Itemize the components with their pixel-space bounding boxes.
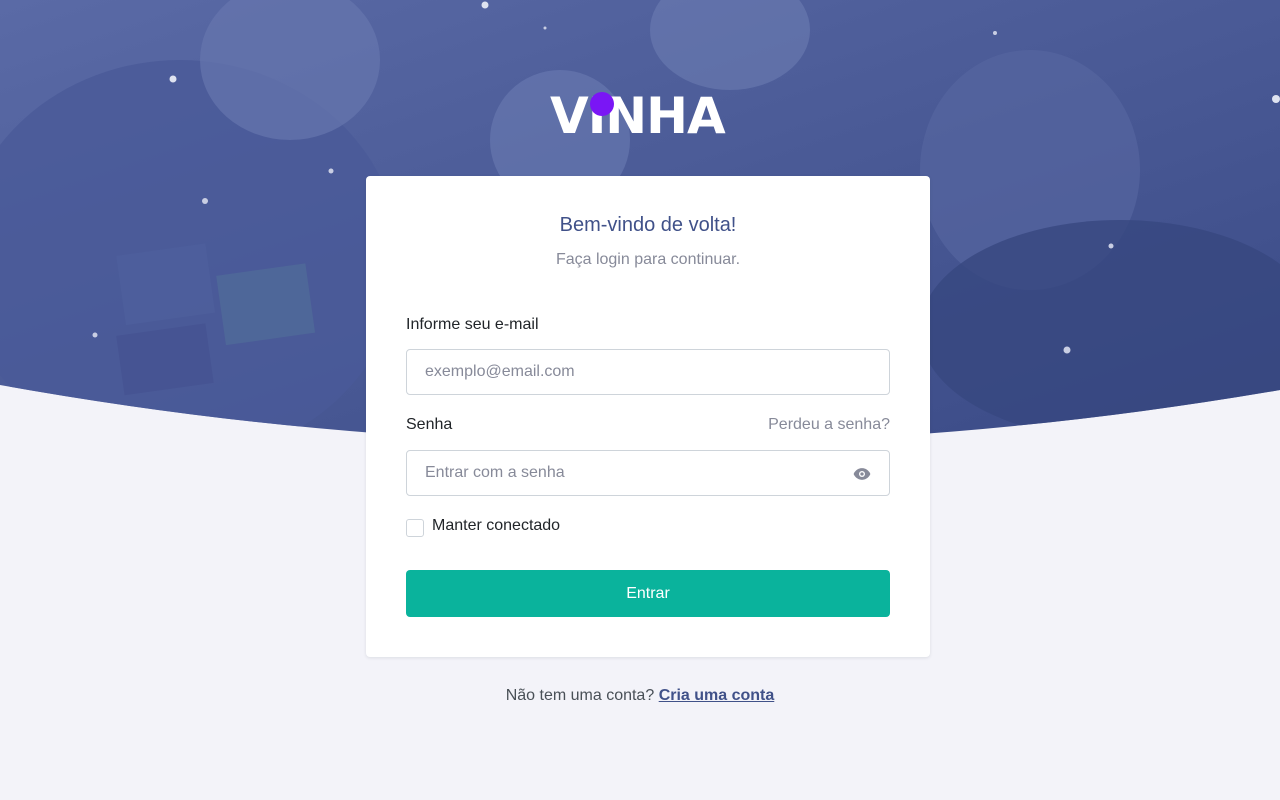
eye-icon[interactable] [852, 464, 872, 484]
vinha-logo: VINHA [550, 87, 727, 142]
svg-text:VINHA: VINHA [550, 87, 726, 142]
signup-prompt: Não tem uma conta? Cria uma conta [0, 687, 1280, 705]
login-card: Bem-vindo de volta! Faça login para cont… [366, 176, 930, 657]
welcome-title: Bem-vindo de volta! [559, 214, 737, 236]
login-button[interactable]: Entrar [406, 570, 890, 617]
remember-label[interactable]: Manter conectado [432, 517, 560, 535]
password-label: Senha [406, 416, 453, 433]
logo-dot [590, 92, 614, 116]
remember-checkbox[interactable] [406, 519, 424, 537]
create-account-link[interactable]: Cria uma conta [659, 687, 775, 704]
email-label: Informe seu e-mail [406, 316, 539, 333]
password-input[interactable] [406, 450, 890, 496]
welcome-subtitle: Faça login para continuar. [555, 251, 741, 268]
email-input[interactable] [406, 349, 890, 395]
signup-prompt-text: Não tem uma conta? [505, 687, 655, 704]
forgot-password-link[interactable]: Perdeu a senha? [768, 416, 890, 434]
